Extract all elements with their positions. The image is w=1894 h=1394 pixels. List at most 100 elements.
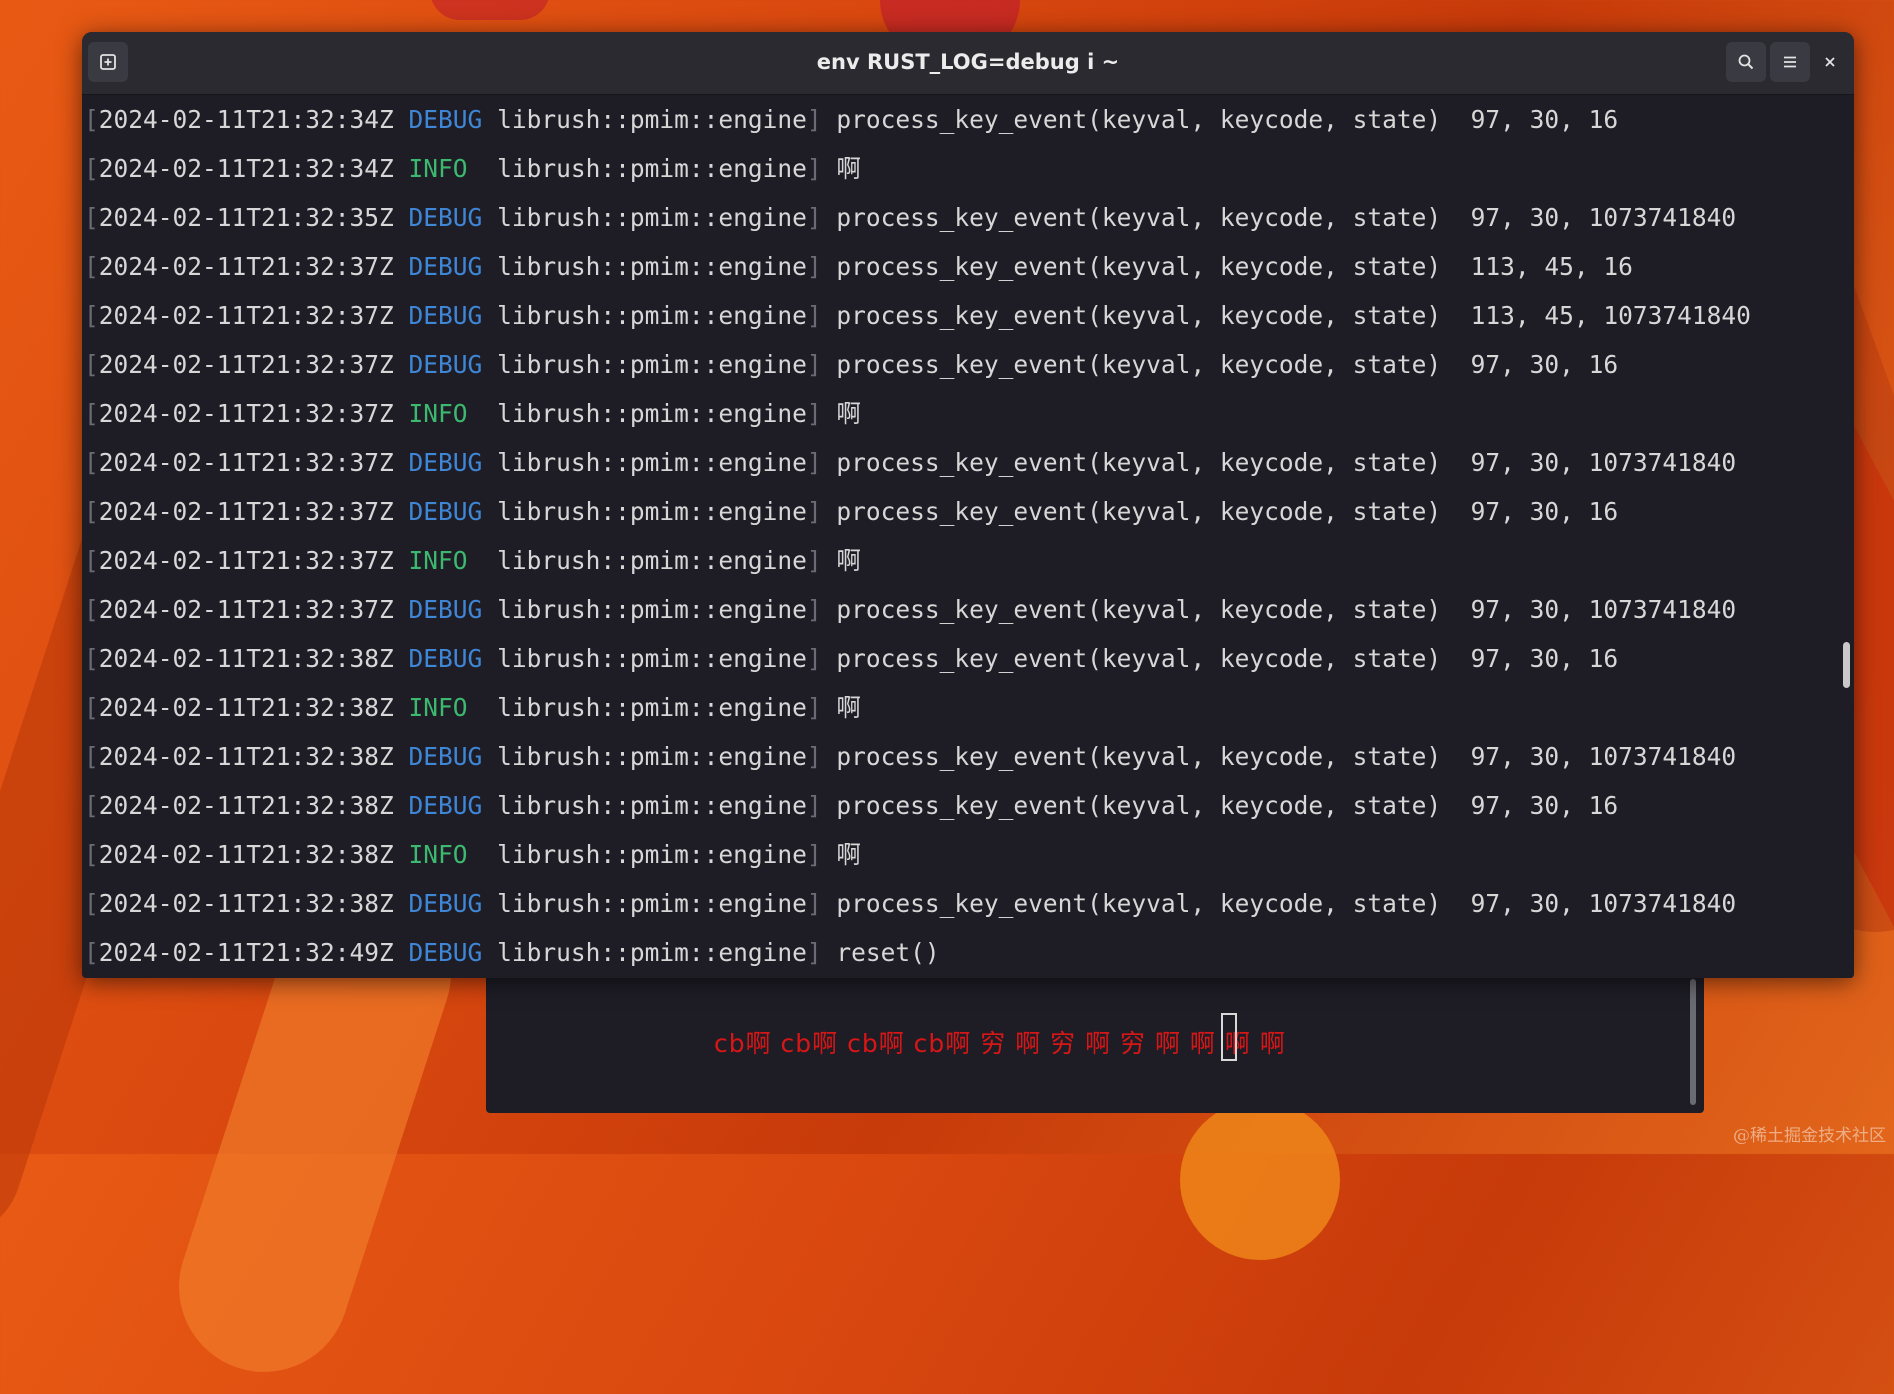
log-line: [2024-02-11T21:32:37Z DEBUG librush::pmi… [82, 340, 1840, 389]
log-message: process_key_event(keyval, keycode, state… [836, 105, 1619, 134]
log-line: [2024-02-11T21:32:37Z INFO librush::pmim… [82, 536, 1840, 585]
log-timestamp: 2024-02-11T21:32:38Z [98, 840, 394, 869]
bracket: ] [806, 546, 822, 575]
close-button[interactable] [1810, 42, 1850, 82]
ime-input-window[interactable]: cb啊 cb啊 cb啊 cb啊 穷 啊 穷 啊 穷 啊 啊 啊 啊 [486, 975, 1704, 1113]
log-line: [2024-02-11T21:32:37Z DEBUG librush::pmi… [82, 585, 1840, 634]
log-line: [2024-02-11T21:32:38Z DEBUG librush::pmi… [82, 732, 1840, 781]
log-timestamp: 2024-02-11T21:32:37Z [98, 595, 394, 624]
log-message: 啊 [836, 154, 861, 183]
log-line: [2024-02-11T21:32:38Z DEBUG librush::pmi… [82, 634, 1840, 683]
log-timestamp: 2024-02-11T21:32:38Z [98, 742, 394, 771]
wallpaper-shape [1180, 1100, 1340, 1260]
log-timestamp: 2024-02-11T21:32:37Z [98, 497, 394, 526]
log-line: [2024-02-11T21:32:37Z DEBUG librush::pmi… [82, 487, 1840, 536]
log-line: [2024-02-11T21:32:38Z DEBUG librush::pmi… [82, 879, 1840, 928]
log-level: INFO [408, 840, 468, 869]
close-icon [1825, 57, 1835, 67]
log-target: librush::pmim::engine [497, 889, 807, 918]
log-message: 啊 [836, 399, 861, 428]
log-target: librush::pmim::engine [497, 840, 807, 869]
log-message: process_key_event(keyval, keycode, state… [836, 448, 1737, 477]
bracket: [ [84, 448, 99, 477]
scrollbar-thumb[interactable] [1843, 642, 1850, 688]
bracket: ] [806, 350, 822, 379]
search-button[interactable] [1726, 42, 1766, 82]
log-message: process_key_event(keyval, keycode, state… [836, 203, 1737, 232]
watermark: @稀土掘金技术社区 [1733, 1126, 1886, 1146]
bracket: ] [806, 693, 822, 722]
bracket: [ [84, 350, 99, 379]
log-line: [2024-02-11T21:32:38Z INFO librush::pmim… [82, 830, 1840, 879]
log-message: process_key_event(keyval, keycode, state… [836, 252, 1633, 281]
bracket: [ [84, 203, 99, 232]
bracket: [ [84, 889, 99, 918]
log-target: librush::pmim::engine [497, 350, 807, 379]
bracket: [ [84, 791, 99, 820]
bracket: ] [806, 889, 822, 918]
log-timestamp: 2024-02-11T21:32:38Z [98, 889, 394, 918]
log-level: INFO [408, 399, 468, 428]
log-line: [2024-02-11T21:32:37Z DEBUG librush::pmi… [82, 242, 1840, 291]
log-line: [2024-02-11T21:32:37Z INFO librush::pmim… [82, 389, 1840, 438]
log-message: 啊 [836, 693, 861, 722]
log-target: librush::pmim::engine [497, 203, 807, 232]
bracket: ] [806, 252, 822, 281]
ime-scrollbar[interactable] [1690, 979, 1696, 1105]
log-target: librush::pmim::engine [497, 154, 807, 183]
menu-button[interactable] [1770, 42, 1810, 82]
log-line: [2024-02-11T21:32:34Z DEBUG librush::pmi… [82, 95, 1840, 144]
log-target: librush::pmim::engine [497, 252, 807, 281]
bracket: ] [806, 644, 822, 673]
terminal-output[interactable]: [2024-02-11T21:32:34Z DEBUG librush::pmi… [82, 95, 1840, 978]
bracket: ] [806, 203, 822, 232]
log-line: [2024-02-11T21:32:37Z DEBUG librush::pmi… [82, 291, 1840, 340]
log-target: librush::pmim::engine [497, 497, 807, 526]
log-message: process_key_event(keyval, keycode, state… [836, 497, 1619, 526]
log-timestamp: 2024-02-11T21:32:38Z [98, 693, 394, 722]
log-target: librush::pmim::engine [497, 791, 807, 820]
log-level: DEBUG [408, 497, 483, 526]
log-message: reset() [836, 938, 940, 967]
log-level: DEBUG [408, 350, 483, 379]
title-bar[interactable]: env RUST_LOG=debug i ~ [82, 32, 1854, 95]
bracket: ] [806, 399, 822, 428]
log-timestamp: 2024-02-11T21:32:34Z [98, 154, 394, 183]
log-message: process_key_event(keyval, keycode, state… [836, 595, 1737, 624]
log-timestamp: 2024-02-11T21:32:37Z [98, 546, 394, 575]
log-message: 啊 [836, 546, 861, 575]
log-target: librush::pmim::engine [497, 546, 807, 575]
log-target: librush::pmim::engine [497, 693, 807, 722]
bracket: [ [84, 252, 99, 281]
log-level: DEBUG [408, 203, 483, 232]
bracket: [ [84, 938, 99, 967]
bracket: [ [84, 742, 99, 771]
log-line: [2024-02-11T21:32:49Z DEBUG librush::pmi… [82, 928, 1840, 977]
bracket: [ [84, 301, 99, 330]
text-cursor [1221, 1013, 1237, 1061]
log-line: [2024-02-11T21:32:38Z INFO librush::pmim… [82, 683, 1840, 732]
log-timestamp: 2024-02-11T21:32:35Z [98, 203, 394, 232]
window-title: env RUST_LOG=debug i ~ [816, 50, 1120, 74]
log-message: process_key_event(keyval, keycode, state… [836, 301, 1751, 330]
bracket: [ [84, 644, 99, 673]
terminal-window[interactable]: env RUST_LOG=debug i ~ [2024-02-11T21:32… [82, 32, 1854, 978]
scrollbar-track[interactable] [1840, 95, 1854, 978]
bracket: [ [84, 595, 99, 624]
log-timestamp: 2024-02-11T21:32:38Z [98, 791, 394, 820]
log-line: [2024-02-11T21:32:34Z INFO librush::pmim… [82, 144, 1840, 193]
bracket: [ [84, 497, 99, 526]
bracket: [ [84, 546, 99, 575]
log-target: librush::pmim::engine [497, 399, 807, 428]
log-level: DEBUG [408, 252, 483, 281]
log-level: DEBUG [408, 595, 483, 624]
bracket: [ [84, 840, 99, 869]
log-level: INFO [408, 546, 468, 575]
bracket: ] [806, 497, 822, 526]
bracket: [ [84, 693, 99, 722]
bracket: ] [806, 791, 822, 820]
log-timestamp: 2024-02-11T21:32:37Z [98, 399, 394, 428]
wallpaper-shape [430, 0, 550, 20]
search-icon [1738, 54, 1754, 70]
bracket: ] [806, 938, 822, 967]
